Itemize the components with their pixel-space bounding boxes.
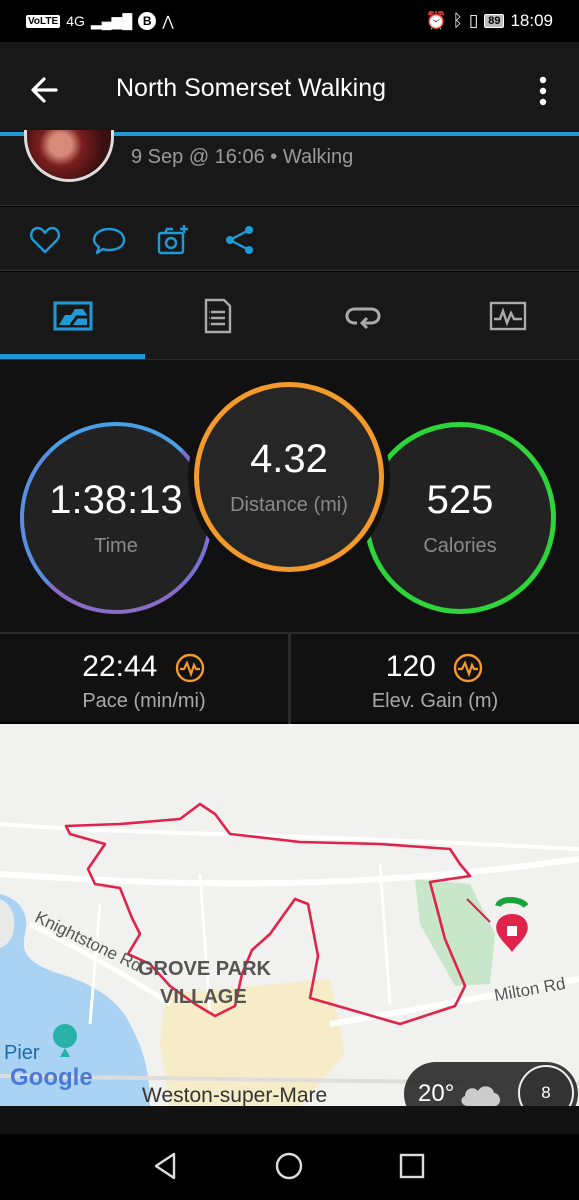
like-heart-icon[interactable] [28, 223, 62, 257]
tab-overview[interactable] [0, 272, 145, 360]
tab-active-indicator [0, 354, 145, 359]
area-label-village: VILLAGE [160, 986, 247, 1008]
signal-icon: ▂▄▆█ [90, 12, 133, 29]
calories-circle: 525 Calories [364, 422, 556, 614]
weather-temp: 20° [418, 1080, 455, 1106]
distance-circle: 4.32 Distance (mi) [194, 382, 384, 572]
time-circle: 1:38:13 Time [20, 422, 212, 614]
status-left: VoLTE 4G ▂▄▆█ B ⋀ [26, 12, 174, 30]
action-row [0, 207, 579, 271]
pace-value: 22:44 [82, 650, 158, 683]
activity-header: 9 Sep @ 16:06 • Walking [0, 130, 579, 206]
network-type: 4G [66, 13, 85, 29]
more-options-icon[interactable] [528, 72, 558, 112]
system-nav-bar [0, 1134, 579, 1200]
area-label-grove-park: GROVE PARK [138, 958, 271, 980]
app-bar: North Somerset Walking [0, 42, 579, 134]
town-label: Weston-super-Mare [142, 1084, 328, 1106]
tab-laps[interactable] [290, 272, 435, 360]
graphs-pulse-icon [489, 301, 526, 331]
calories-label: Calories [423, 535, 497, 557]
google-logo: Google [10, 1064, 93, 1091]
comment-icon[interactable] [92, 223, 126, 257]
map-bottom-bar [0, 1106, 579, 1134]
elevation-pulse-icon [454, 653, 483, 683]
laps-loop-icon [344, 307, 381, 330]
back-arrow-icon[interactable] [26, 70, 66, 110]
tab-details[interactable] [145, 272, 290, 360]
battery-icon: 89 [484, 14, 505, 28]
tab-graphs[interactable] [435, 272, 579, 360]
avatar[interactable] [24, 130, 114, 182]
pace-pulse-icon [175, 653, 204, 683]
bluetooth-icon: ᛒ [452, 11, 463, 30]
page-title: North Somerset Walking [116, 74, 386, 102]
weather-widget[interactable]: 20° 8 [404, 1062, 578, 1106]
nav-recents-icon[interactable] [396, 1150, 428, 1182]
cloud-icon [461, 1086, 501, 1106]
pace-label: Pace (min/mi) [82, 690, 206, 712]
vibrate-icon: ▯ [468, 11, 479, 30]
alarm-icon: ⏰ [425, 11, 447, 30]
tab-bar [0, 272, 579, 360]
route-map[interactable]: Knightstone Rd GROVE PARK VILLAGE Milton… [0, 724, 579, 1106]
metrics-row: 22:44 Pace (min/mi) 120 Elev. Gain (m) [0, 632, 579, 724]
activity-meta: 9 Sep @ 16:06 • Walking [131, 146, 354, 168]
nav-home-icon[interactable] [273, 1150, 305, 1182]
volte-badge: VoLTE [26, 14, 61, 28]
time-value: 1:38:13 [49, 478, 183, 522]
app-b-icon: B [138, 12, 157, 30]
elevation-metric[interactable]: 120 Elev. Gain (m) [291, 634, 579, 724]
calories-value: 525 [426, 478, 494, 522]
nav-back-icon[interactable] [150, 1150, 182, 1182]
pace-metric[interactable]: 22:44 Pace (min/mi) [0, 634, 288, 724]
wind-speed: 8 [541, 1083, 551, 1102]
time-label: Time [94, 535, 138, 557]
clock: 18:09 [510, 11, 553, 30]
status-bar: VoLTE 4G ▂▄▆█ B ⋀ ⏰ ᛒ ▯ 89 18:09 [0, 0, 579, 42]
add-photo-icon[interactable] [156, 223, 190, 257]
distance-label: Distance (mi) [230, 494, 348, 516]
strava-icon: ⋀ [162, 12, 174, 29]
status-right: ⏰ ᛒ ▯ 89 18:09 [425, 11, 553, 31]
overview-chart-icon [53, 301, 92, 331]
elevation-value: 120 [385, 650, 436, 683]
share-icon[interactable] [222, 223, 256, 257]
stats-panel: 1:38:13 Time 525 Calories 4.32 Distance … [0, 360, 579, 632]
map-canvas [0, 802, 579, 1106]
poi-label-pier: Pier [4, 1042, 40, 1064]
elevation-label: Elev. Gain (m) [371, 690, 499, 712]
wind-indicator: 8 [518, 1065, 574, 1106]
details-document-icon [204, 298, 231, 334]
distance-value: 4.32 [250, 437, 328, 481]
